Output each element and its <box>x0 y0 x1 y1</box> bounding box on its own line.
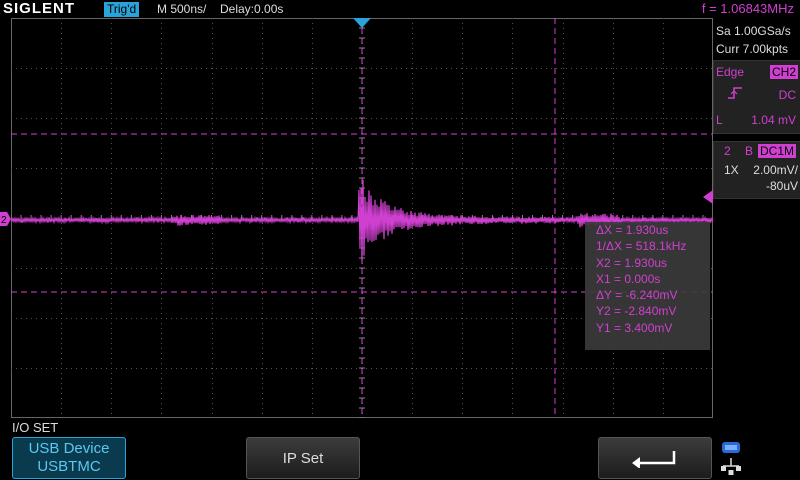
delay-readout[interactable]: Delay:0.00s <box>220 2 283 16</box>
trigger-level: 1.04 mV <box>751 113 796 127</box>
channel2-info-panel[interactable]: 2 B DC1M 1X 2.00mV/ -80uV <box>713 141 800 199</box>
vertical-scale: 2.00mV/ <box>753 163 798 177</box>
trigger-source: CH2 <box>769 65 798 79</box>
rising-edge-icon <box>728 87 742 99</box>
y1-readout: Y1 = 3.400mV <box>596 320 673 335</box>
channel-number: 2 <box>724 144 731 158</box>
waveform-display[interactable] <box>11 18 713 418</box>
delta-y-readout: ΔY = -6.240mV <box>596 288 678 303</box>
vertical-offset: -80uV <box>765 179 798 193</box>
menu-title: I/O SET <box>12 420 59 435</box>
trigger-level-marker[interactable] <box>703 190 713 204</box>
trigger-coupling: DC <box>778 88 796 102</box>
bandwidth-limit-flag: B <box>745 144 754 158</box>
brand-logo: SIGLENT <box>3 0 76 17</box>
ip-set-label: IP Set <box>282 449 324 467</box>
ip-set-button[interactable]: IP Set <box>246 437 360 479</box>
probe-attenuation: 1X <box>724 163 739 177</box>
back-button[interactable] <box>598 437 712 479</box>
inverse-delta-x-readout: 1/ΔX = 518.1kHz <box>596 239 687 254</box>
trigger-position-marker[interactable] <box>353 18 371 28</box>
usb-device-label: USB Device <box>28 440 110 457</box>
trigger-type: Edge <box>716 65 745 79</box>
memory-depth: Curr 7.00kpts <box>716 42 789 56</box>
channel-coupling: DC1M <box>758 144 797 158</box>
timebase-readout[interactable]: M 500ns/ <box>157 2 206 16</box>
usb-device-value: USBTMC <box>37 458 101 475</box>
trigger-info-panel[interactable]: Edge CH2 DC L 1.04 mV <box>713 60 800 134</box>
return-arrow-icon <box>632 451 676 468</box>
sample-rate: Sa 1.00GSa/s <box>716 24 791 38</box>
network-icon <box>721 442 741 475</box>
y2-readout: Y2 = -2.840mV <box>596 304 677 319</box>
trigger-level-prefix: L <box>716 113 723 127</box>
delta-x-readout: ΔX = 1.930us <box>596 223 669 237</box>
usb-device-button[interactable]: USB Device USBTMC <box>12 437 126 479</box>
trigger-status-badge: Trig'd <box>104 2 140 17</box>
svg-text:2: 2 <box>1 215 7 226</box>
top-status-bar: SIGLENT Trig'd M 500ns/ Delay:0.00s f = … <box>0 0 800 18</box>
channel2-offset-marker[interactable]: 2 <box>0 212 11 226</box>
cursor-measurement-box: ΔX = 1.930us 1/ΔX = 518.1kHz X2 = 1.930u… <box>585 222 710 350</box>
waveform-graticule <box>11 18 713 418</box>
frequency-counter: f = 1.06843MHz <box>701 1 794 16</box>
x1-readout: X1 = 0.000s <box>596 271 661 286</box>
x2-readout: X2 = 1.930us <box>596 255 668 270</box>
